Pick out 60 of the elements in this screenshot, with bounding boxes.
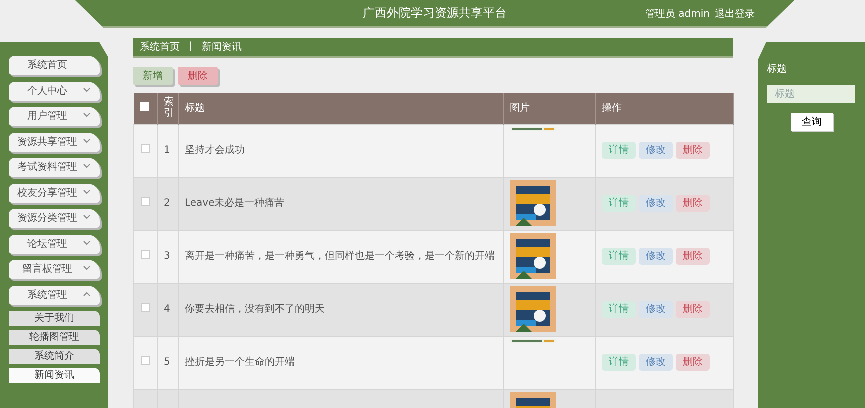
menu-item[interactable]: 用户管理 — [9, 107, 100, 126]
view-button[interactable]: 详情 — [602, 195, 636, 212]
add-button[interactable]: 新增 — [133, 67, 173, 85]
column-header: 图片 — [510, 102, 530, 114]
breadcrumb-separator: 〡 — [186, 40, 196, 54]
site-title: 广西外院学习资源共享平台 — [363, 5, 507, 22]
column-header: 操作 — [602, 102, 622, 114]
search-button[interactable]: 查询 — [791, 113, 833, 131]
admin-label: 管理员 admin — [645, 8, 710, 22]
menu-item[interactable]: 校友分享管理 — [9, 184, 100, 202]
submenu-item[interactable]: 轮播图管理 — [9, 330, 100, 345]
view-button[interactable]: 详情 — [602, 354, 636, 371]
news-title: Leave未必是一种痛苦 — [185, 198, 285, 209]
menu-item[interactable]: 论坛管理 — [9, 234, 100, 254]
menu-item[interactable]: 资源分类管理 — [9, 209, 100, 228]
submenu-item[interactable]: 新闻资讯 — [9, 368, 100, 383]
delete-button[interactable]: 删除 — [676, 248, 710, 265]
menu-item[interactable]: 系统管理 — [9, 286, 100, 304]
delete-button[interactable]: 删除 — [676, 301, 710, 318]
row-checkbox[interactable] — [141, 250, 150, 259]
view-button[interactable]: 详情 — [602, 142, 636, 159]
delete-button[interactable]: 删除 — [676, 142, 710, 159]
column-header: 标题 — [185, 102, 205, 114]
edit-button[interactable]: 修改 — [639, 301, 673, 318]
menu-item[interactable]: 系统首页 — [9, 56, 100, 75]
edit-button[interactable]: 修改 — [639, 248, 673, 265]
menu-item[interactable]: 资源共享管理 — [9, 132, 100, 152]
row-index: 3 — [164, 251, 170, 262]
breadcrumb-item[interactable]: 系统首页 — [140, 40, 180, 54]
edit-button[interactable]: 修改 — [639, 195, 673, 212]
news-title: 坚持才会成功 — [185, 145, 245, 156]
breadcrumb-item: 新闻资讯 — [202, 40, 242, 54]
edit-button[interactable]: 修改 — [639, 142, 673, 159]
view-button[interactable]: 详情 — [602, 301, 636, 318]
row-checkbox[interactable] — [141, 144, 150, 153]
row-checkbox[interactable] — [141, 356, 150, 365]
view-button[interactable]: 详情 — [602, 248, 636, 265]
row-index: 1 — [164, 145, 170, 156]
news-title: 离开是一种痛苦，是一种勇气，但同样也是一个考验，是一个新的开端 — [185, 251, 495, 262]
search-field[interactable]: 标题 — [767, 85, 855, 103]
news-title: 挫折是另一个生命的开端 — [185, 357, 295, 368]
news-title: 你要去相信，没有到不了的明天 — [185, 304, 325, 315]
menu-item[interactable]: 留言板管理 — [9, 260, 100, 279]
row-index: 4 — [164, 304, 170, 315]
delete-button[interactable]: 删除 — [676, 195, 710, 212]
logout-link[interactable]: 退出登录 — [715, 7, 755, 22]
search-label: 标题 — [767, 62, 788, 77]
row-index: 5 — [164, 357, 170, 368]
delete-button[interactable]: 删除 — [676, 354, 710, 371]
submenu-item[interactable]: 关于我们 — [9, 311, 100, 326]
submenu-item[interactable]: 系统简介 — [9, 349, 100, 364]
row-index: 2 — [164, 198, 170, 209]
menu-item[interactable]: 考试资料管理 — [9, 158, 100, 177]
row-checkbox[interactable] — [141, 197, 150, 206]
menu-item[interactable]: 个人中心 — [9, 82, 100, 100]
delete-button[interactable]: 删除 — [178, 67, 218, 85]
select-all-checkbox[interactable] — [140, 102, 148, 112]
edit-button[interactable]: 修改 — [639, 354, 673, 371]
column-header: 索引 — [164, 97, 174, 120]
row-checkbox[interactable] — [141, 303, 150, 312]
